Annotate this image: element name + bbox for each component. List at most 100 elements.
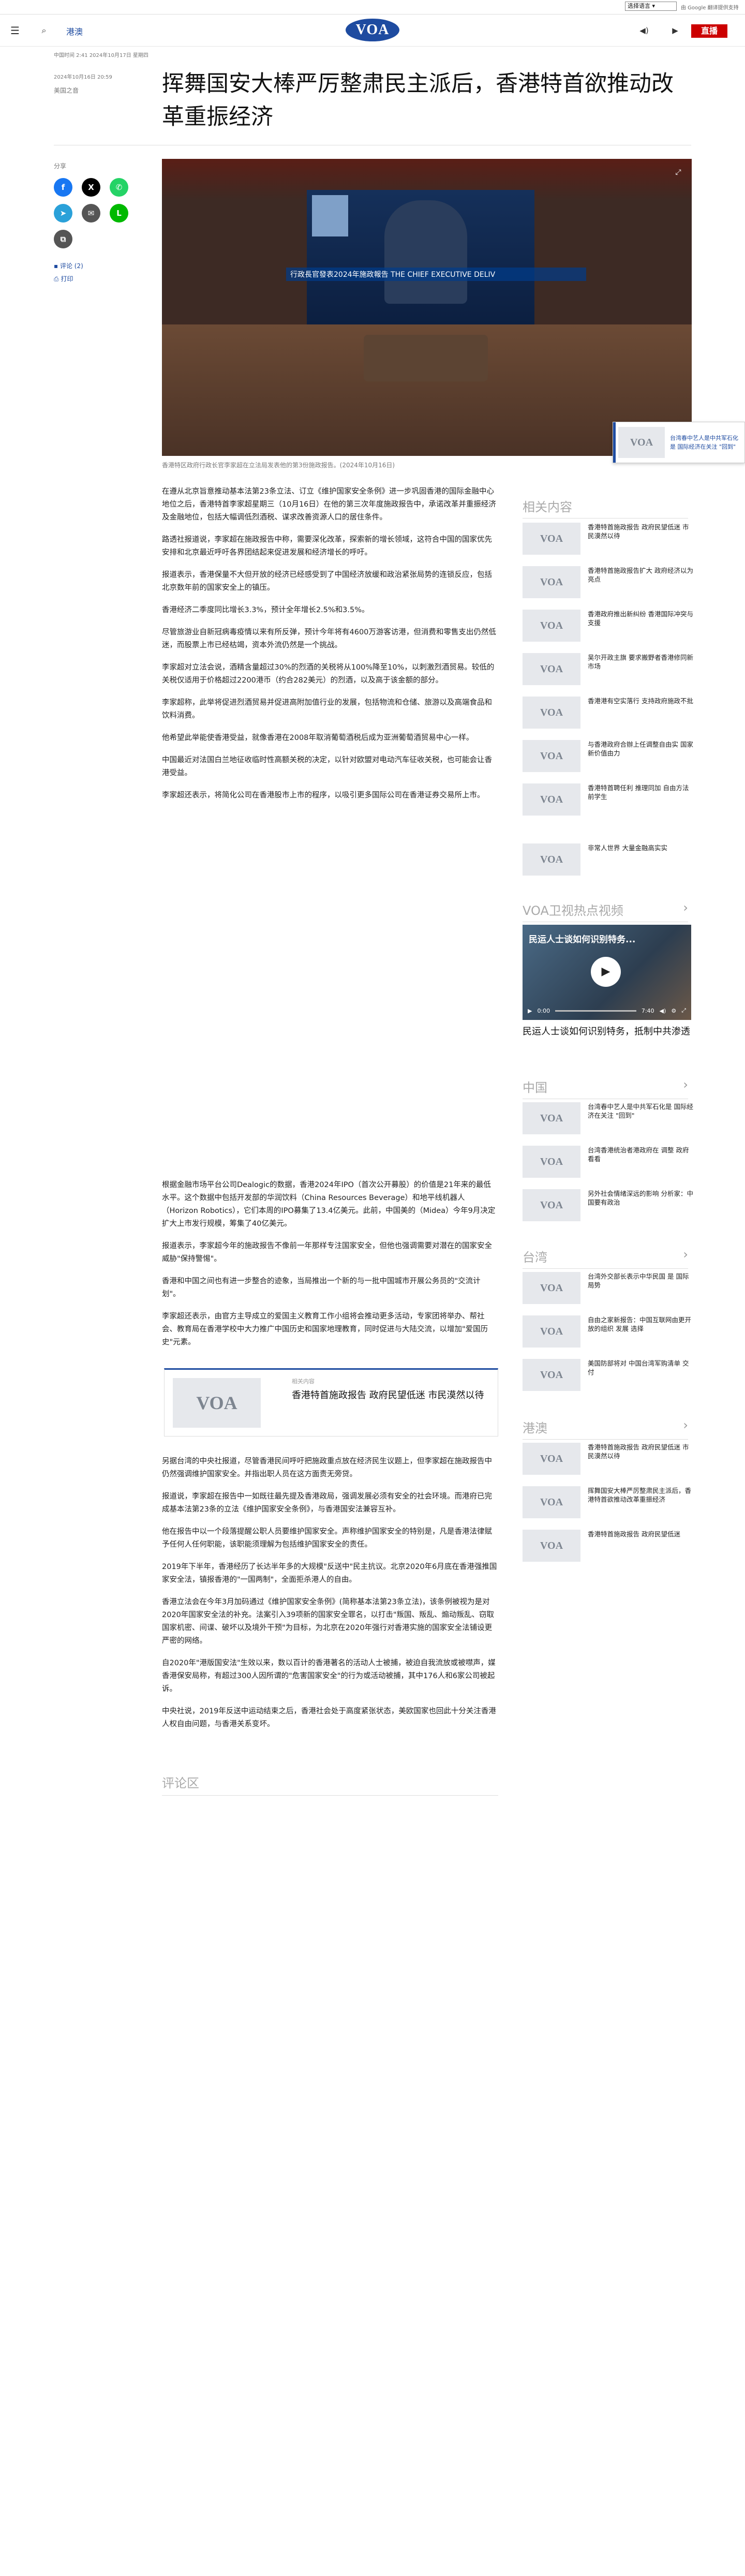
paragraph: 李家超称，此举将促进烈酒贸易并促进高附加值行业的发展，包括物流和仓储、旅游以及高… (162, 699, 492, 720)
telegram-icon[interactable]: ➤ (54, 204, 72, 223)
floating-related-card[interactable]: VOA 台湾春中艺人是中共军石化是 国际经济在关注 "回到" (613, 422, 745, 463)
comment-icon: ▪ (54, 262, 58, 270)
embed-title: 香港特首施政报告 政府民望低迷 市民漠然以待 (292, 1390, 484, 1401)
comments-link[interactable]: ▪ 评论 (2) (54, 261, 83, 270)
related-item[interactable]: VOA 香港港有空实落行 支持政府施政不批 (523, 697, 693, 729)
taiwan-item[interactable]: VOA 自由之家新报告：中国互联网由更开放的组织 发展 选择 (523, 1315, 693, 1348)
paragraph: 另据台湾的中央社报道，尽管香港民间呼吁把施政重点放在经济民生议题上，但李家超在施… (162, 1457, 492, 1478)
video-progress[interactable] (555, 1010, 636, 1012)
paragraph: 报道表示，李家超今年的施政报告不像前一年那样专注国家安全，但他也强调需要对潜在的… (162, 1242, 492, 1263)
hk-item-title: 香港特首施政报告 政府民望低迷 (588, 1530, 680, 1538)
video-caption[interactable]: 民运人士谈如何识别特务，抵制中共渗透 (523, 1025, 691, 1039)
photo-podium (364, 335, 488, 381)
taiwan-item-title: 自由之家新报告：中国互联网由更开放的组织 发展 选择 (588, 1316, 692, 1333)
voa-logo[interactable]: VOA (346, 19, 399, 41)
taiwan-thumbnail: VOA (523, 1359, 580, 1391)
china-heading[interactable]: 中国 › (523, 1077, 688, 1099)
whatsapp-icon[interactable]: ✆ (110, 178, 128, 197)
copy-link-icon[interactable]: ⧉ (54, 230, 72, 248)
settings-icon[interactable]: ⚙ (671, 1008, 676, 1014)
menu-icon[interactable]: ☰ (7, 23, 23, 38)
related-item-title: 与香港政府合辦上任调整自由实 国家 新价值由力 (588, 741, 693, 757)
related-thumbnail: VOA (523, 523, 580, 555)
audio-icon[interactable]: ◀) (636, 23, 652, 38)
paragraph: 尽管旅游业自新冠病毒疫情以来有所反弹，预计今年将有4600万游客访港，但消费和零… (162, 628, 496, 649)
section-link[interactable]: 港澳 (66, 25, 83, 37)
chevron-right-icon: › (683, 1077, 688, 1092)
play-small-icon[interactable]: ▶ (528, 1008, 532, 1014)
paragraph: 李家超对立法会说，酒精含量超过30%的烈酒的关税将从100%降至10%，以刺激烈… (162, 663, 495, 685)
paragraph: 自2020年"港版国安法"生效以来，数以百计的香港著名的活动人士被捕，被迫自我流… (162, 1659, 496, 1693)
related-thumbnail: VOA (523, 783, 580, 816)
hk-item[interactable]: VOA 香港特首施政报告 政府民望低迷 (523, 1530, 693, 1562)
video-time: 0:00 (537, 1007, 550, 1014)
related-item[interactable]: VOA 香港政府推出新纠纷 香港国际冲突与支援 (523, 610, 693, 642)
paragraph: 李家超还表示，将简化公司在香港股市上市的程序，以吸引更多国际公司在香港证券交易所… (162, 791, 485, 800)
related-thumbnail: VOA (523, 566, 580, 598)
embed-thumbnail: VOA (173, 1378, 261, 1428)
photo-speaker (384, 200, 467, 304)
related-item-title: 香港港有空实落行 支持政府施政不批 (588, 697, 693, 705)
taiwan-item-title: 台湾外交部长表示中华民国 是 国际局势 (588, 1272, 689, 1289)
line-icon[interactable]: L (110, 204, 128, 223)
china-thumbnail: VOA (523, 1102, 580, 1134)
china-item[interactable]: VOA 台湾春中艺人是中共军石化是 国际经济在关注 "回到" (523, 1102, 693, 1134)
fullscreen-icon[interactable]: ⤢ (672, 166, 684, 179)
hk-heading[interactable]: 港澳 › (523, 1418, 688, 1440)
hk-item[interactable]: VOA 香港特首施政报告 政府民望低迷 市民漠然以待 (523, 1443, 693, 1475)
language-select[interactable]: 选择语言 ▾ (625, 2, 677, 11)
article-body-2: 根据金融市场平台公司Dealogic的数据，香港2024年IPO（首次公开募股）… (162, 1179, 498, 1358)
related-item-title: 香港特首施政报告扩大 政府经济以为亮点 (588, 567, 693, 583)
paragraph: 中央社说，2019年反送中运动结束之后，香港社会处于高度紧张状态，美欧国家也回此… (162, 1707, 496, 1728)
related-item[interactable]: VOA 非常人世界 大量金融高实实 (523, 843, 693, 876)
related-item[interactable]: VOA 与香港政府合辦上任调整自由实 国家 新价值由力 (523, 740, 693, 772)
facebook-icon[interactable]: f (54, 178, 72, 197)
x-icon[interactable]: X (82, 178, 100, 197)
video-player[interactable]: 民运人士谈如何识别特务... ▶ ▶ 0:00 7:40 ◀) ⚙ ⤢ (523, 925, 691, 1020)
related-embed-card[interactable]: VOA 相关内容 香港特首施政报告 政府民望低迷 市民漠然以待 (164, 1368, 498, 1437)
photo-caption: 香港特区政府行政长官李家超在立法局发表他的第3份施政报告。(2024年10月16… (162, 462, 395, 469)
header-date: 中国时间 2:41 2024年10月17日 星期四 (54, 53, 148, 58)
paragraph: 他在报告中以一个段落提醒公职人员要维护国家安全。声称维护国家安全的特别是，凡是香… (162, 1528, 492, 1549)
taiwan-thumbnail: VOA (523, 1272, 580, 1304)
china-item[interactable]: VOA 台湾香港统治者港政府在 调整 政府看看 (523, 1146, 693, 1178)
paragraph: 香港和中国之间也有进一步整合的迹象，当局推出一个新的与一批中国城市开展公务员的"… (162, 1277, 481, 1298)
comments-heading: 评论区 (162, 1773, 498, 1796)
taiwan-heading[interactable]: 台湾 › (523, 1247, 688, 1269)
taiwan-item[interactable]: VOA 美国防部将对 中国台湾军购清单 交付 (523, 1359, 693, 1391)
related-thumbnail: VOA (523, 843, 580, 876)
taiwan-item[interactable]: VOA 台湾外交部长表示中华民国 是 国际局势 (523, 1272, 693, 1304)
live-button[interactable]: 直播 (691, 24, 727, 38)
related-thumbnail: VOA (523, 610, 580, 642)
video-heading[interactable]: VOA卫视热点视频 › (523, 900, 688, 922)
photo-sign-interpreter (312, 195, 348, 236)
related-item[interactable]: VOA 香港特首施政报告 政府民望低迷 市民漠然以待 (523, 523, 693, 555)
video-icon[interactable]: ▶ (667, 23, 683, 38)
photo-screen-text: 行政長官發表2024年施政報告 THE CHIEF EXECUTIVE DELI… (286, 268, 586, 281)
email-icon[interactable]: ✉ (82, 204, 100, 223)
fullscreen-icon[interactable]: ⤢ (681, 1007, 686, 1014)
share-label: 分享 (54, 162, 67, 170)
china-item[interactable]: VOA 另外社会情绪深远的影响 分析家：中国要有政治 (523, 1189, 693, 1221)
china-item-title: 另外社会情绪深远的影响 分析家：中国要有政治 (588, 1190, 693, 1206)
volume-icon[interactable]: ◀) (660, 1008, 666, 1014)
publish-date: 2024年10月16日 20:59 (54, 75, 112, 80)
video-overlay-title: 民运人士谈如何识别特务... (529, 935, 636, 945)
related-item[interactable]: VOA 香港特首施政报告扩大 政府经济以为亮点 (523, 566, 693, 598)
related-item[interactable]: VOA 香港特首聘任利 推理同加 自由方法前学生 (523, 783, 693, 816)
author: 美国之音 (54, 87, 79, 94)
china-thumbnail: VOA (523, 1146, 580, 1178)
popup-text: 台湾春中艺人是中共军石化是 国际经济在关注 "回到" (670, 435, 738, 450)
search-icon[interactable]: ⌕ (36, 23, 52, 38)
related-thumbnail: VOA (523, 653, 580, 685)
related-item-title: 香港特首施政报告 政府民望低迷 市民漠然以待 (588, 523, 689, 540)
play-icon[interactable]: ▶ (591, 957, 621, 987)
hk-item[interactable]: VOA 挥舞国安大棒严厉整肃民主派后，香港特首欲推动改革重振经济 (523, 1486, 693, 1518)
related-item-title: 非常人世界 大量金融高实实 (588, 844, 667, 852)
popup-accent (613, 422, 616, 463)
print-link[interactable]: ⎙ 打印 (54, 274, 73, 283)
chevron-right-icon: › (683, 1418, 688, 1432)
hk-thumbnail: VOA (523, 1443, 580, 1475)
related-item[interactable]: VOA 吴尔开政主旗 要求搬野者香港修同新市场 (523, 653, 693, 685)
print-label: 打印 (61, 275, 73, 283)
